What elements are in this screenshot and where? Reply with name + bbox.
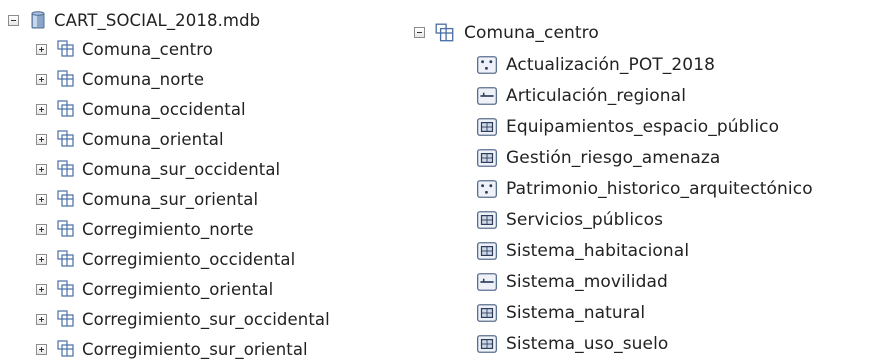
expand-toggle-icon[interactable] [36, 313, 47, 325]
tree-node-label: Comuna_sur_occidental [82, 159, 281, 179]
expand-toggle-icon[interactable] [36, 343, 47, 355]
expand-toggle-icon[interactable] [36, 253, 47, 265]
feature-dataset-icon [56, 219, 76, 239]
feature-dataset-icon [56, 279, 76, 299]
tree-node-feature-dataset[interactable]: Comuna_centro [414, 16, 813, 49]
tree-node-label: Corregimiento_norte [82, 219, 254, 239]
tree-node-label: Sistema_natural [506, 302, 646, 323]
tree-node-label: Comuna_occidental [82, 99, 246, 119]
feature-dataset-icon [56, 309, 76, 329]
feature-dataset-icon [56, 189, 76, 209]
expand-toggle-icon[interactable] [36, 193, 47, 205]
expand-toggle-icon[interactable] [36, 73, 47, 85]
expand-toggle-icon[interactable] [36, 43, 47, 55]
feature-dataset-icon [56, 39, 76, 59]
point-feature-class-icon [476, 178, 498, 200]
tree-node-dataset[interactable]: Comuna_centro [8, 34, 330, 64]
tree-node-feature-class[interactable]: Equipamientos_espacio_público [414, 111, 813, 142]
expand-toggle-icon[interactable] [36, 283, 47, 295]
polygon-feature-class-icon [476, 333, 498, 355]
tree-node-label: Patrimonio_historico_arquitectónico [506, 178, 813, 199]
database-icon [28, 10, 48, 30]
tree-node-label: Sistema_uso_suelo [506, 333, 669, 354]
feature-dataset-icon [56, 249, 76, 269]
tree-node-dataset[interactable]: Corregimiento_oriental [8, 274, 330, 304]
feature-dataset-label: Comuna_centro [464, 22, 599, 43]
tree-node-dataset[interactable]: Comuna_oriental [8, 124, 330, 154]
tree-node-label: Comuna_norte [82, 69, 205, 89]
tree-node-feature-class[interactable]: Articulación_regional [414, 80, 813, 111]
tree-node-label: Equipamientos_espacio_público [506, 116, 780, 137]
point-feature-class-icon [476, 54, 498, 76]
feature-dataset-icon [56, 129, 76, 149]
tree-node-label: Servicios_públicos [506, 209, 664, 230]
expand-toggle-icon[interactable] [36, 103, 47, 115]
tree-node-dataset[interactable]: Comuna_sur_occidental [8, 154, 330, 184]
tree-node-label: Actualización_POT_2018 [506, 54, 716, 75]
tree-node-label: Corregimiento_sur_oriental [82, 339, 308, 359]
polygon-feature-class-icon [476, 147, 498, 169]
tree-node-label: Comuna_centro [82, 39, 213, 59]
line-feature-class-icon [476, 85, 498, 107]
tree-node-dataset[interactable]: Corregimiento_norte [8, 214, 330, 244]
polygon-feature-class-icon [476, 209, 498, 231]
expand-toggle-icon[interactable] [36, 163, 47, 175]
feature-dataset-icon [56, 99, 76, 119]
tree-node-label: Corregimiento_occidental [82, 249, 296, 269]
tree-node-feature-class[interactable]: Sistema_habitacional [414, 235, 813, 266]
tree-node-database[interactable]: CART_SOCIAL_2018.mdb [8, 6, 330, 34]
database-label: CART_SOCIAL_2018.mdb [54, 10, 261, 30]
tree-node-feature-class[interactable]: Sistema_natural [414, 297, 813, 328]
expand-toggle-icon[interactable] [36, 223, 47, 235]
tree-node-feature-class[interactable]: Actualización_POT_2018 [414, 49, 813, 80]
feature-dataset-icon [434, 22, 456, 44]
tree-node-label: Sistema_movilidad [506, 271, 668, 292]
tree-node-label: Articulación_regional [506, 85, 687, 106]
tree-node-dataset[interactable]: Corregimiento_sur_oriental [8, 334, 330, 364]
polygon-feature-class-icon [476, 116, 498, 138]
tree-node-label: Comuna_oriental [82, 129, 224, 149]
expand-toggle-icon[interactable] [36, 133, 47, 145]
catalog-tree-database: CART_SOCIAL_2018.mdb Comuna_centro Comuna… [8, 6, 330, 364]
tree-node-label: Corregimiento_oriental [82, 279, 274, 299]
catalog-tree-feature-dataset: Comuna_centro Actualización_POT_2018 Arti… [414, 16, 813, 359]
feature-dataset-icon [56, 69, 76, 89]
tree-node-label: Sistema_habitacional [506, 240, 690, 261]
feature-dataset-icon [56, 159, 76, 179]
feature-dataset-icon [56, 339, 76, 359]
tree-node-label: Gestión_riesgo_amenaza [506, 147, 721, 168]
tree-node-dataset[interactable]: Comuna_sur_oriental [8, 184, 330, 214]
collapse-toggle-icon[interactable] [8, 14, 19, 26]
tree-node-dataset[interactable]: Comuna_norte [8, 64, 330, 94]
tree-node-feature-class[interactable]: Servicios_públicos [414, 204, 813, 235]
polygon-feature-class-icon [476, 302, 498, 324]
tree-node-label: Comuna_sur_oriental [82, 189, 259, 209]
tree-node-feature-class[interactable]: Patrimonio_historico_arquitectónico [414, 173, 813, 204]
line-feature-class-icon [476, 271, 498, 293]
tree-node-label: Corregimiento_sur_occidental [82, 309, 330, 329]
tree-node-dataset[interactable]: Corregimiento_occidental [8, 244, 330, 274]
tree-node-feature-class[interactable]: Gestión_riesgo_amenaza [414, 142, 813, 173]
collapse-toggle-icon[interactable] [414, 27, 425, 38]
tree-node-dataset[interactable]: Comuna_occidental [8, 94, 330, 124]
tree-node-feature-class[interactable]: Sistema_movilidad [414, 266, 813, 297]
tree-node-feature-class[interactable]: Sistema_uso_suelo [414, 328, 813, 359]
polygon-feature-class-icon [476, 240, 498, 262]
tree-node-dataset[interactable]: Corregimiento_sur_occidental [8, 304, 330, 334]
